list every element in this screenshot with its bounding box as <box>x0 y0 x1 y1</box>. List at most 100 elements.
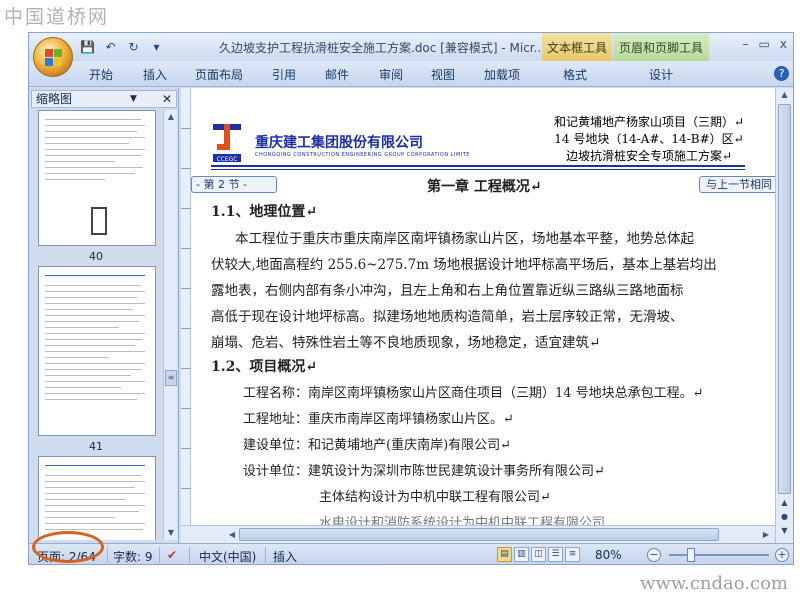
thumbnail-scrollbar[interactable]: ▲ ≡ ▼ <box>163 110 177 540</box>
watermark-top: 中国道桥网 <box>4 6 110 28</box>
paragraph-line: 伏较大,地面高程约 255.6~275.7m 场地根据设计地坪标高平场后，基本上… <box>211 257 717 273</box>
thumbnail-number-40: 40 <box>89 250 103 263</box>
window-buttons: – ▭ x <box>743 37 787 51</box>
tab-addins[interactable]: 加载项 <box>484 66 520 83</box>
thumbnail-view-label: 缩略图 <box>36 92 73 106</box>
paragraph-line: 露地表，右侧内部有条小冲沟，且左上角和右上角位置靠近纵三路纵三路地面标 <box>211 283 684 299</box>
proofing-icon[interactable]: ✔ <box>167 548 177 562</box>
project-item: 主体结构设计为中机中联工程有限公司↵ <box>319 490 551 505</box>
zoom-in-icon[interactable]: + <box>775 548 789 562</box>
svg-text:CCEGC: CCEGC <box>216 156 237 163</box>
company-logo-icon: CCEGC <box>213 124 241 163</box>
page-count[interactable]: 页面: 2/64 <box>37 548 96 564</box>
context-tab-textbox-tools[interactable]: 文本框工具 <box>542 33 612 61</box>
scroll-thumb[interactable] <box>778 104 791 494</box>
save-icon[interactable]: 💾 <box>79 39 96 55</box>
header-line: 14 号地块（14-A#、14-B#）区↵ <box>554 132 744 146</box>
paragraph-line: 本工程位于重庆市重庆南岸区南坪镇杨家山片区，场地基本平整，地势总体起 <box>235 231 694 247</box>
section-label: - 第 2 节 - <box>191 176 277 193</box>
browse-object-icon[interactable]: ● <box>778 510 791 523</box>
language-indicator[interactable]: 中文(中国) <box>199 548 256 564</box>
header-line: 边坡抗滑桩安全专项施工方案↵ <box>565 149 733 163</box>
scroll-left-icon[interactable]: ◀ <box>225 528 239 542</box>
vertical-ruler <box>181 88 191 543</box>
scroll-thumb[interactable]: ≡ <box>165 370 177 386</box>
tab-design[interactable]: 设计 <box>649 66 673 83</box>
chevron-down-icon[interactable]: ▼ <box>130 91 137 107</box>
scroll-thumb[interactable] <box>239 528 719 541</box>
window-title: 久边坡支护工程抗滑桩安全施工方案.doc [兼容模式] - Micr... <box>219 41 546 55</box>
company-name: 重庆建工集团股份有限公司 <box>255 135 423 151</box>
web-layout-icon[interactable]: ◫ <box>531 547 546 562</box>
title-bar: 💾 ↶ ↻ ▾ 久边坡支护工程抗滑桩安全施工方案.doc [兼容模式] - Mi… <box>29 33 793 61</box>
page-thumbnail-40[interactable] <box>38 110 156 246</box>
insert-mode-indicator[interactable]: 插入 <box>273 548 297 564</box>
tab-review[interactable]: 审阅 <box>379 66 403 83</box>
full-screen-reading-icon[interactable]: ▥ <box>514 547 529 562</box>
section-heading: 1.1、地理位置↵ <box>211 204 318 220</box>
word-window: 💾 ↶ ↻ ▾ 久边坡支护工程抗滑桩安全施工方案.doc [兼容模式] - Mi… <box>28 32 794 565</box>
project-item: 设计单位：建筑设计为深圳市陈世民建筑设计事务所有限公司↵ <box>243 464 605 479</box>
thumbnail-pane: 缩略图 ▼ ✕ 40 41 ▲ ≡ ▼ <box>29 88 179 543</box>
tab-insert[interactable]: 插入 <box>143 66 167 83</box>
project-item: 工程地址：重庆市南岸区南坪镇杨家山片区。↵ <box>243 412 514 427</box>
same-as-previous-label: 与上一节相同 <box>699 176 775 193</box>
print-layout-icon[interactable]: ▤ <box>497 547 512 562</box>
zoom-slider[interactable] <box>669 554 769 556</box>
zoom-out-icon[interactable]: − <box>647 548 661 562</box>
office-logo-icon <box>45 49 63 67</box>
previous-page-icon[interactable]: ▲ <box>778 496 791 509</box>
customize-toolbar-icon[interactable]: ▾ <box>148 39 165 55</box>
next-page-icon[interactable]: ▼ <box>778 524 791 537</box>
vertical-scrollbar[interactable]: ▲ ▲ ● ▼ <box>775 88 793 543</box>
tab-format[interactable]: 格式 <box>563 66 587 83</box>
scroll-up-icon[interactable]: ▲ <box>164 110 178 124</box>
paragraph-line: 崩塌、危岩、特殊性岩土等不良地质现象，场地稳定，适宜建筑↵ <box>211 335 601 351</box>
minimize-button[interactable]: – <box>743 37 749 51</box>
section-heading: 1.2、项目概况↵ <box>211 359 318 375</box>
status-bar: 页面: 2/64 字数: 9 ✔ 中文(中国) 插入 ▤ ▥ ◫ ☰ ≡ 80%… <box>29 543 793 564</box>
tab-references[interactable]: 引用 <box>272 66 296 83</box>
zoom-slider-handle[interactable] <box>687 548 695 562</box>
draft-view-icon[interactable]: ≡ <box>565 547 580 562</box>
context-tab-header-footer-tools[interactable]: 页眉和页脚工具 <box>613 33 709 61</box>
company-name-en: CHONGQING CONSTRUCTION ENGINEERING GROUP… <box>255 152 470 158</box>
header-project-title: 和记黄埔地产杨家山项目（三期）↵ 14 号地块（14-A#、14-B#）区↵ 边… <box>539 114 759 165</box>
chapter-title: 第一章 工程概况↵ <box>427 179 542 195</box>
header-line: 和记黄埔地产杨家山项目（三期）↵ <box>553 115 745 129</box>
header-rule-thin <box>211 169 745 170</box>
word-count[interactable]: 字数: 9 <box>113 548 153 564</box>
project-item: 工程名称：南岸区南坪镇杨家山片区商住项目（三期）14 号地块总承包工程。↵ <box>243 386 704 401</box>
redo-icon[interactable]: ↻ <box>125 39 142 55</box>
zoom-level[interactable]: 80% <box>595 548 622 562</box>
thumbnail-diagram <box>91 207 107 235</box>
watermark-bottom: www.cndao.com <box>640 573 788 594</box>
scroll-down-icon[interactable]: ▼ <box>164 526 178 540</box>
horizontal-scrollbar[interactable]: ◀ ▶ <box>181 525 775 543</box>
page-thumbnail-41[interactable] <box>38 266 156 436</box>
paragraph-line: 高低于现在设计地坪标高。拟建场地地质构造简单，岩土层序较正常，无滑坡、 <box>211 309 684 325</box>
thumbnail-list: 40 41 <box>29 110 163 540</box>
project-item: 建设单位：和记黄埔地产(重庆南岸)有限公司↵ <box>243 438 512 453</box>
tab-home[interactable]: 开始 <box>89 66 113 83</box>
header-rule <box>211 165 745 167</box>
close-pane-icon[interactable]: ✕ <box>162 91 172 107</box>
scroll-up-icon[interactable]: ▲ <box>776 88 793 102</box>
quick-access-toolbar: 💾 ↶ ↻ ▾ <box>79 39 165 55</box>
outline-view-icon[interactable]: ☰ <box>548 547 563 562</box>
scroll-right-icon[interactable]: ▶ <box>759 528 773 542</box>
ribbon-tabs: 开始 插入 页面布局 引用 邮件 审阅 视图 加载项 格式 设计 ? <box>29 61 793 87</box>
undo-icon[interactable]: ↶ <box>102 39 119 55</box>
help-icon[interactable]: ? <box>774 66 789 81</box>
document-page[interactable]: CCEGC 重庆建工集团股份有限公司 CHONGQING CONSTRUCTIO… <box>191 88 775 543</box>
thumbnail-pane-header[interactable]: 缩略图 ▼ ✕ <box>31 90 177 108</box>
thumbnail-number-41: 41 <box>89 440 103 453</box>
office-button[interactable] <box>33 37 73 77</box>
document-area: CCEGC 重庆建工集团股份有限公司 CHONGQING CONSTRUCTIO… <box>181 88 775 543</box>
page-thumbnail-42[interactable] <box>38 456 156 540</box>
close-button[interactable]: x <box>780 37 787 51</box>
restore-button[interactable]: ▭ <box>759 37 770 51</box>
tab-view[interactable]: 视图 <box>431 66 455 83</box>
tab-page-layout[interactable]: 页面布局 <box>195 66 243 83</box>
tab-mailings[interactable]: 邮件 <box>325 66 349 83</box>
